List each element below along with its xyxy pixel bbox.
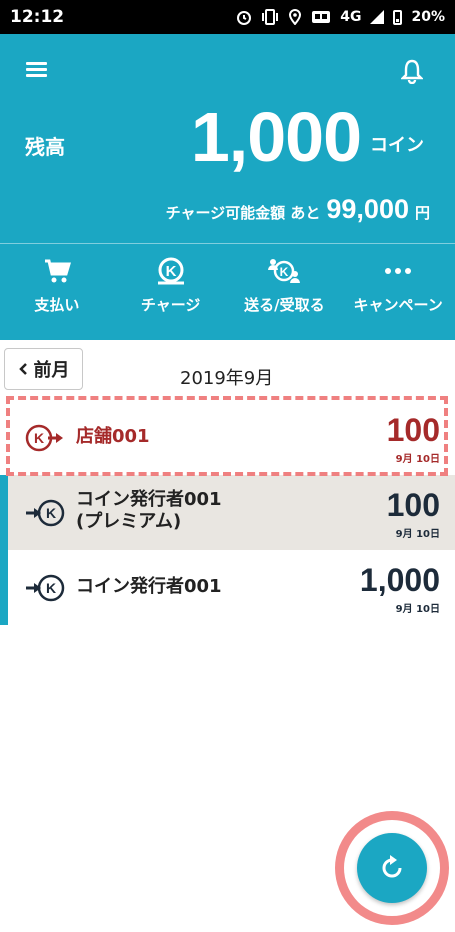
nav-pay[interactable]: 支払い (0, 256, 114, 326)
transaction-date: 9月 10日 (395, 454, 440, 465)
action-nav: 支払い K チャージ K 送る/受取る キャンペーン (0, 256, 455, 326)
balance-unit: コイン (370, 135, 424, 156)
location-icon (289, 9, 302, 25)
transaction-name: コイン発行者001 (76, 576, 222, 597)
transaction-date: 9月 10日 (395, 529, 440, 540)
transaction-amount: 100 (386, 412, 440, 448)
status-icons: 4G 20% (236, 9, 445, 25)
nav-charge-label: チャージ (140, 296, 201, 314)
balance-label: 残高 (25, 135, 65, 159)
menu-icon[interactable] (26, 62, 47, 78)
nav-campaign[interactable]: キャンペーン (341, 256, 455, 326)
transaction-row[interactable]: K コイン発行者001 1,000 9月 10日 (0, 550, 455, 625)
refresh-highlight-ring (335, 811, 449, 925)
receive-in-icon: K (26, 574, 65, 602)
transaction-date: 9月 10日 (395, 604, 440, 615)
tv-icon (312, 11, 331, 23)
bell-icon[interactable] (401, 58, 423, 84)
svg-text:K: K (46, 505, 56, 521)
vibrate-icon (262, 9, 279, 25)
transaction-list: K 店舗001 100 9月 10日 K コイン発行者001 (プレミアム) 1… (0, 400, 455, 625)
cart-icon (44, 259, 71, 283)
nav-send-receive[interactable]: K 送る/受取る (228, 256, 342, 326)
receive-in-icon: K (26, 499, 65, 527)
transaction-name-line1: コイン発行者001 (76, 489, 222, 510)
row-accent-bar (0, 475, 8, 550)
header-divider (0, 243, 455, 244)
prev-month-button[interactable]: 前月 (4, 348, 83, 390)
transaction-name: 店舗001 (76, 426, 150, 447)
status-time: 12:12 (10, 7, 65, 27)
nav-campaign-label: キャンペーン (353, 296, 443, 314)
svg-text:K: K (46, 580, 56, 596)
svg-text:K: K (34, 430, 44, 446)
transaction-row[interactable]: K 店舗001 100 9月 10日 (0, 400, 455, 475)
refresh-button[interactable] (357, 833, 427, 903)
send-receive-icon: K (268, 259, 301, 283)
battery-icon (393, 9, 403, 25)
month-selector: 前月 2019年9月 (0, 340, 455, 400)
chevron-left-icon (18, 363, 27, 375)
balance-header: 残高 1,000 コイン チャージ可能金額 あと 99,000 円 支払い K (0, 34, 455, 340)
prev-month-label: 前月 (33, 360, 70, 381)
transaction-name: コイン発行者001 (プレミアム) (76, 489, 222, 533)
more-dots-icon (385, 268, 412, 274)
payment-out-icon: K (25, 424, 63, 452)
alarm-icon (237, 11, 252, 25)
signal-icon (370, 10, 385, 24)
transaction-row[interactable]: K コイン発行者001 (プレミアム) 100 9月 10日 (0, 475, 455, 550)
status-bar: 12:12 4G 20% (0, 0, 455, 34)
charge-unit: 円 (414, 204, 430, 222)
nav-charge[interactable]: K チャージ (114, 256, 228, 326)
transaction-amount: 100 (386, 487, 440, 523)
month-title: 2019年9月 (180, 368, 274, 389)
row-accent-bar (0, 550, 8, 625)
transaction-name-line2: (プレミアム) (76, 511, 182, 532)
battery-percent: 20% (411, 9, 445, 25)
svg-text:K: K (280, 265, 289, 279)
nav-pay-label: 支払い (34, 296, 80, 314)
refresh-icon (382, 855, 402, 878)
charge-value: 99,000 (326, 194, 409, 224)
charge-label: チャージ可能金額 あと (165, 204, 321, 222)
balance-value: 1,000 (190, 98, 362, 176)
svg-text:K: K (165, 263, 176, 280)
coin-charge-icon: K (157, 257, 184, 285)
nav-send-receive-label: 送る/受取る (244, 296, 325, 314)
charge-limit: チャージ可能金額 あと 99,000 円 (166, 194, 430, 225)
transaction-amount: 1,000 (359, 562, 440, 598)
network-label: 4G (340, 9, 362, 25)
